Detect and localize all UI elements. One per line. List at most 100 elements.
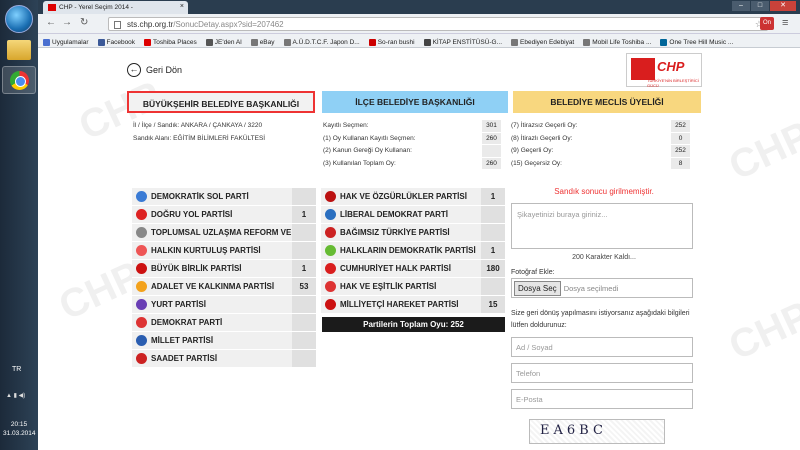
bookmark-item[interactable]: Ebediyen Edebiyat (511, 37, 574, 47)
party-vote: 53 (292, 278, 316, 295)
name-input[interactable]: Ad / Soyad (511, 337, 693, 357)
party-vote: 1 (481, 188, 505, 205)
party-vote (481, 206, 505, 223)
bookmark-item[interactable]: eBay (250, 37, 275, 47)
party-vote (481, 278, 505, 295)
explorer-icon[interactable] (7, 40, 31, 60)
chp-flag-icon (631, 58, 655, 80)
bookmark-item[interactable]: So-ran bushi (368, 37, 415, 47)
start-button[interactable] (5, 5, 33, 33)
maximize-button[interactable]: □ (751, 1, 769, 11)
tab-district-mayor[interactable]: İLÇE BELEDİYE BAŞKANLIĞI (322, 91, 508, 113)
bookmark-item[interactable]: Toshiba Places (144, 37, 197, 47)
forward-arrow-icon[interactable]: → (62, 17, 72, 28)
party-row: MİLLET PARTİSİ (132, 332, 316, 350)
back-arrow-icon: ← (127, 63, 141, 77)
bookmark-item[interactable]: Uygulamalar (43, 37, 89, 47)
back-link[interactable]: ← Geri Dön (127, 63, 182, 77)
bookmark-icon (511, 38, 519, 46)
turnout-values: 301 260 260 (482, 120, 501, 170)
info-label: (15) Geçersiz Oy: (511, 159, 562, 167)
menu-icon[interactable]: ≡ (782, 17, 794, 29)
back-arrow-icon[interactable]: ← (46, 17, 56, 28)
bookmark-icon (205, 38, 213, 46)
party-vote (292, 332, 316, 349)
party-vote: 1 (292, 206, 316, 223)
close-tab-icon[interactable]: × (180, 3, 184, 10)
info-value: 0 (671, 132, 690, 145)
party-vote: 1 (292, 260, 316, 277)
info-label: (9) Geçerli Oy: (511, 147, 554, 154)
browser-tab[interactable]: CHP - Yerel Seçim 2014 - × (43, 1, 188, 14)
party-logo-icon (136, 353, 147, 364)
bookmark-label: JE'den Al (214, 38, 242, 46)
party-name: MİLLET PARTİSİ (151, 336, 214, 345)
captcha-image: EA6BC (529, 419, 665, 444)
bookmark-item[interactable]: Mobil Life Toshiba ... (583, 37, 651, 47)
party-row: DOĞRU YOL PARTİSİ 1 (132, 206, 316, 224)
browser-titlebar: CHP - Yerel Seçim 2014 - × – □ ✕ (38, 0, 800, 14)
party-row: HAK VE EŞİTLİK PARTİSİ (321, 278, 505, 296)
page-content: CHP CHP CHP CHP ← Geri Dön CHP TÜRKİYE'Nİ… (38, 49, 800, 450)
party-vote (292, 314, 316, 331)
minimize-button[interactable]: – (732, 1, 750, 11)
party-name: CUMHURİYET HALK PARTİSİ (340, 264, 451, 273)
party-row: CUMHURİYET HALK PARTİSİ 180 (321, 260, 505, 278)
bookmark-item[interactable]: Facebook (97, 37, 135, 47)
bookmark-icon (43, 38, 50, 46)
address-bar[interactable]: sts.chp.org.tr/SonucDetay.aspx?sid=20746… (108, 17, 768, 31)
bookmark-icon (368, 38, 376, 46)
party-name: BAĞIMSIZ TÜRKİYE PARTİSİ (340, 228, 450, 237)
extension-icon[interactable]: On (760, 17, 774, 30)
reload-icon[interactable]: ↻ (80, 17, 88, 28)
bookmark-item[interactable]: One Tree Hill Music ... (660, 37, 733, 47)
close-window-button[interactable]: ✕ (770, 1, 796, 11)
system-tray-icons[interactable]: ▲ ▮ ◀) (6, 392, 32, 414)
party-row: DEMOKRAT PARTİ (132, 314, 316, 332)
clock[interactable]: 20:15 31.03.2014 (3, 420, 36, 438)
info-label: (1) Oy Kullanan Kayıtlı Seçmen: (323, 134, 416, 142)
complaint-textarea[interactable]: Şikayetinizi buraya giriniz... (511, 203, 693, 249)
language-indicator[interactable]: TR (12, 366, 21, 373)
bookmark-icon (423, 38, 431, 46)
bookmark-icon (250, 38, 258, 46)
party-logo-icon (136, 317, 147, 328)
bookmark-item[interactable]: A.Ü.D.T.C.F. Japon D... (283, 37, 360, 47)
bookmarks-bar: Uygulamalar Facebook Toshiba Places JE'den … (38, 34, 800, 48)
party-vote (292, 188, 316, 205)
party-logo-icon (325, 227, 336, 238)
info-value (482, 145, 501, 158)
tab-metropolitan-mayor[interactable]: BÜYÜKŞEHİR BELEDİYE BAŞKANLIĞI (127, 91, 315, 113)
bookmark-label: KİTAP ENSTİTÜSÜ-G... (432, 38, 503, 46)
party-vote (481, 224, 505, 241)
party-logo-icon (325, 281, 336, 292)
file-status: Dosya seçilmedi (563, 283, 619, 293)
party-name: HAK VE EŞİTLİK PARTİSİ (340, 282, 437, 291)
bookmark-icon (660, 38, 668, 46)
party-name: DEMOKRATİK SOL PARTİ (151, 192, 249, 201)
info-value: 8 (671, 157, 690, 170)
phone-input[interactable]: Telefon (511, 363, 693, 383)
party-row: BÜYÜK BİRLİK PARTİSİ 1 (132, 260, 316, 278)
party-row: DEMOKRATİK SOL PARTİ (132, 188, 316, 206)
party-logo-icon (136, 191, 147, 202)
tab-council-member[interactable]: BELEDİYE MECLİS ÜYELİĞİ (513, 91, 701, 113)
photo-label: Fotoğraf Ekle: (511, 269, 555, 276)
chp-favicon (48, 4, 56, 11)
party-row: ADALET VE KALKINMA PARTİSİ 53 (132, 278, 316, 296)
chrome-taskbar-icon[interactable] (2, 66, 36, 94)
bookmark-item[interactable]: JE'den Al (205, 37, 242, 47)
windows-taskbar: TR ▲ ▮ ◀) 20:15 31.03.2014 (0, 0, 38, 450)
bookmark-icon (583, 38, 591, 46)
choose-file-button[interactable]: Dosya Seç (514, 280, 561, 296)
party-vote (292, 350, 316, 367)
bookmark-item[interactable]: KİTAP ENSTİTÜSÜ-G... (423, 37, 503, 47)
party-row: SAADET PARTİSİ (132, 350, 316, 368)
party-row: YURT PARTİSİ (132, 296, 316, 314)
chars-remaining: 200 Karakter Kaldı... (572, 254, 636, 261)
file-input[interactable]: Dosya Seç Dosya seçilmedi (511, 278, 693, 298)
party-logo-icon (136, 245, 147, 256)
bookmark-icon (283, 38, 291, 46)
email-input[interactable]: E-Posta (511, 389, 693, 409)
bookmark-label: Toshiba Places (153, 38, 197, 46)
